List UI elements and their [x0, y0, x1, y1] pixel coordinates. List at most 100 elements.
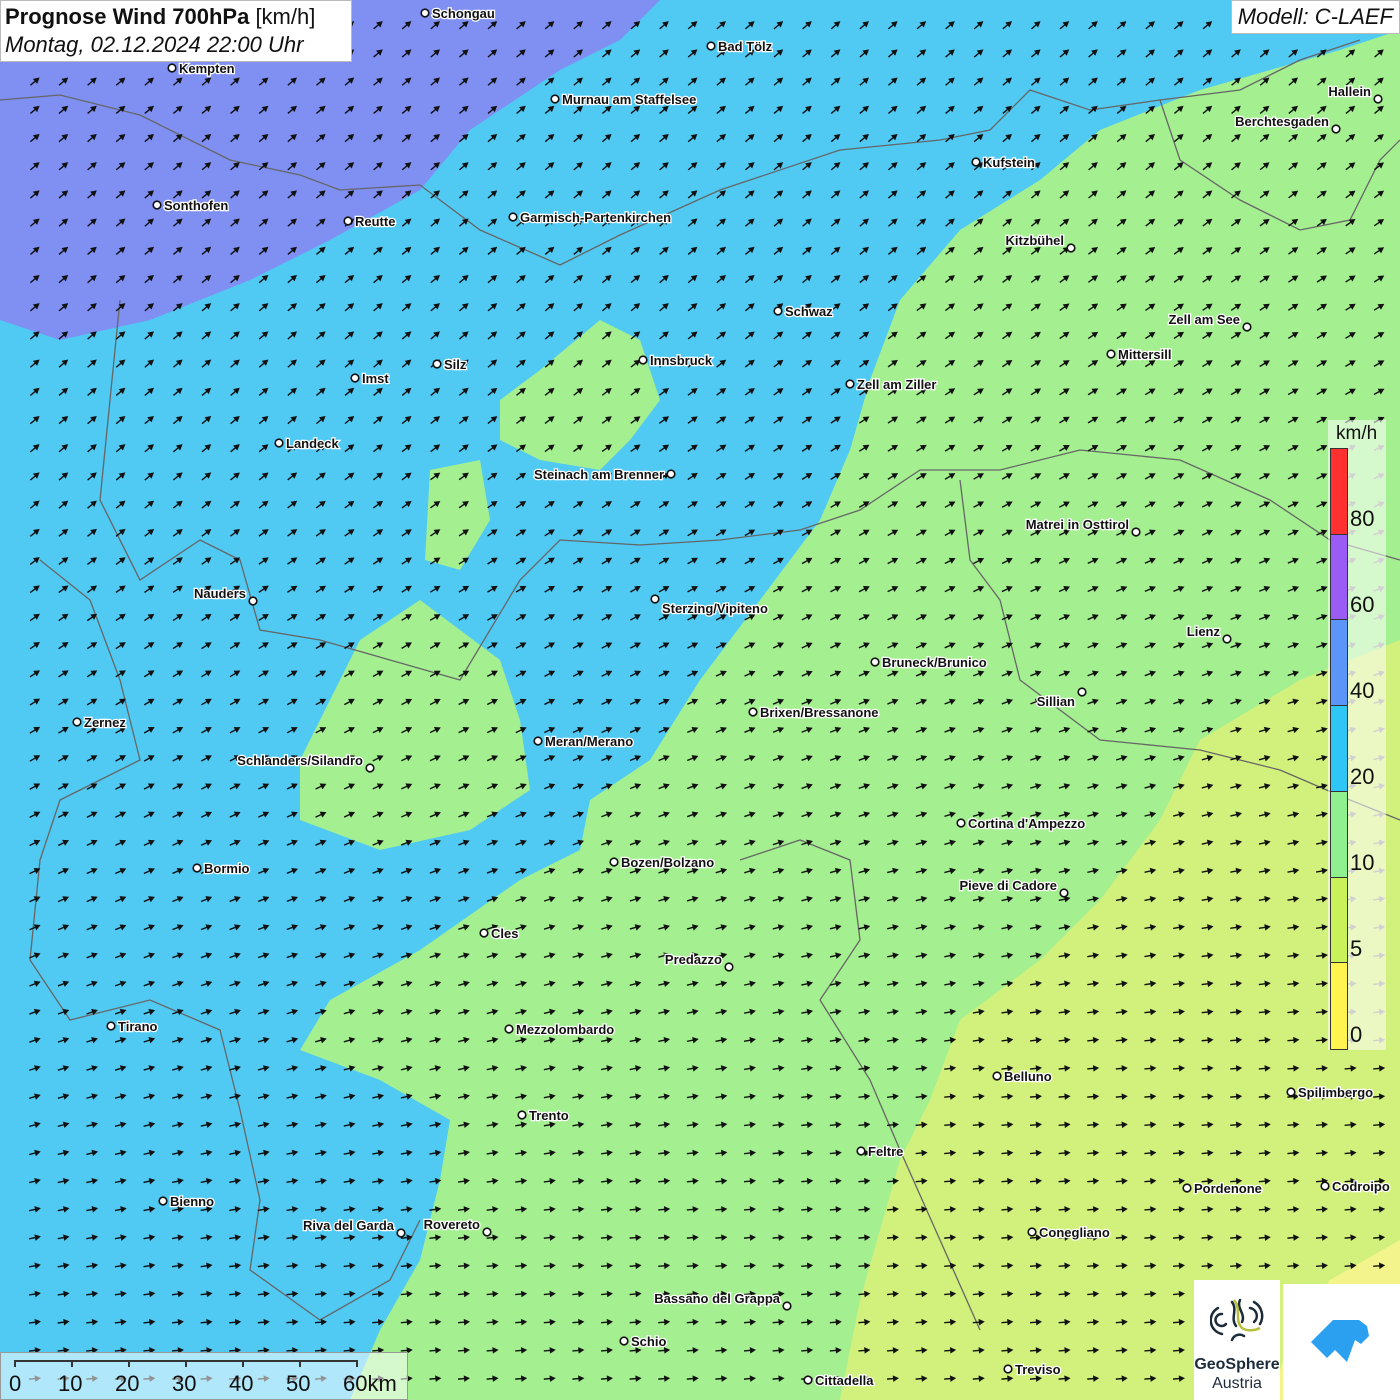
scale-label: 0 — [9, 1371, 22, 1396]
city-dot — [1331, 124, 1341, 134]
map-title: Prognose Wind 700hPa [km/h] — [5, 3, 347, 31]
city-marker[interactable]: Codroipo — [1320, 1178, 1391, 1195]
city-label: Cortina d'Ampezzo — [968, 816, 1085, 831]
city-marker[interactable]: Murnau am Staffelsee — [550, 91, 698, 108]
city-dot — [1106, 349, 1116, 359]
city-dot — [482, 1227, 492, 1237]
city-dot — [152, 200, 162, 210]
city-dot — [992, 1071, 1002, 1081]
city-dot — [782, 1301, 792, 1311]
city-dot — [1003, 1364, 1013, 1374]
city-marker[interactable]: Kempten — [167, 60, 236, 77]
city-label: Feltre — [868, 1144, 903, 1159]
city-label: Garmisch-Partenkirchen — [520, 210, 671, 225]
city-label: Treviso — [1015, 1362, 1061, 1377]
city-dot — [365, 763, 375, 773]
city-dot — [803, 1375, 813, 1385]
city-label: Nauders — [194, 586, 246, 601]
city-marker[interactable]: Schongau — [420, 5, 496, 22]
city-dot — [533, 736, 543, 746]
city-dot — [773, 306, 783, 316]
scale-tick — [185, 1360, 187, 1367]
city-dot — [666, 469, 676, 479]
city-dot — [1320, 1181, 1330, 1191]
city-dot — [479, 928, 489, 938]
city-label: Reutte — [355, 214, 395, 229]
scale-tick — [356, 1360, 358, 1367]
city-label: Zell am Ziller — [857, 377, 936, 392]
city-dot — [609, 857, 619, 867]
legend-color-bar — [1330, 448, 1348, 1050]
geosphere-emblem-icon — [1210, 1298, 1264, 1342]
city-marker[interactable]: Sonthofen — [152, 197, 230, 214]
scale-label: 40 — [229, 1371, 254, 1396]
partner-logo-icon — [1311, 1320, 1369, 1362]
city-marker[interactable]: Conegliano — [1027, 1224, 1111, 1241]
city-label: Codroipo — [1332, 1179, 1390, 1194]
legend-swatch — [1331, 449, 1347, 535]
city-dot — [845, 379, 855, 389]
city-dot — [971, 157, 981, 167]
city-dot — [1077, 687, 1087, 697]
legend-swatch — [1331, 791, 1347, 878]
title-text: Prognose Wind 700hPa — [5, 4, 250, 29]
scale-bar: 0 10 20 30 40 50 60km — [0, 1352, 408, 1400]
title-panel: Prognose Wind 700hPa [km/h] Montag, 02.1… — [0, 0, 352, 62]
city-dot — [396, 1228, 406, 1238]
city-marker[interactable]: Spilimbergo — [1286, 1084, 1374, 1101]
city-dot — [158, 1196, 168, 1206]
city-label: Schwaz — [785, 304, 833, 319]
city-label: Predazzo — [665, 952, 722, 967]
city-dot — [432, 359, 442, 369]
city-marker[interactable]: Zell am Ziller — [845, 376, 938, 393]
city-label: Imst — [362, 371, 389, 386]
city-label: Bassano del Grappa — [654, 1291, 780, 1306]
city-label: Innsbruck — [650, 353, 713, 368]
city-marker[interactable]: Steinach am Brenner — [533, 466, 676, 483]
city-label: Cittadella — [815, 1373, 874, 1388]
city-label: Schlanders/Silandro — [237, 753, 363, 768]
city-label: Kempten — [179, 61, 235, 76]
city-marker[interactable]: Bozen/Bolzano — [609, 854, 715, 871]
city-dot — [1242, 322, 1252, 332]
scale-tick — [242, 1360, 244, 1367]
city-dot — [508, 212, 518, 222]
legend-tick-label: 40 — [1350, 678, 1375, 703]
city-dot — [350, 373, 360, 383]
legend-swatch — [1331, 877, 1347, 964]
city-label: Lienz — [1187, 624, 1221, 639]
city-label: Murnau am Staffelsee — [562, 92, 696, 107]
city-dot — [724, 962, 734, 972]
legend-tick-label: 10 — [1350, 850, 1375, 875]
city-marker[interactable]: Cittadella — [803, 1372, 876, 1389]
city-marker[interactable]: Meran/Merano — [533, 733, 634, 750]
scale-label: 20 — [115, 1371, 140, 1396]
city-dot — [517, 1110, 527, 1120]
city-dot — [638, 355, 648, 365]
city-label: Zell am See — [1168, 312, 1240, 327]
city-dot — [192, 863, 202, 873]
city-marker[interactable]: Bruneck/Brunico — [870, 654, 988, 671]
city-marker[interactable]: Bad Tölz — [706, 38, 774, 55]
wind-map[interactable]: Schongau Bad Tölz Kempten Murnau am Staffel… — [0, 0, 1400, 1400]
city-label: Meran/Merano — [545, 734, 633, 749]
city-marker[interactable]: Pordenone — [1182, 1180, 1263, 1197]
city-label: Brixen/Bressanone — [760, 705, 879, 720]
city-marker[interactable]: Cortina d'Ampezzo — [956, 815, 1087, 832]
city-marker[interactable]: Innsbruck — [638, 352, 714, 369]
city-marker[interactable]: Garmisch-Partenkirchen — [508, 209, 672, 226]
legend-tick-label: 5 — [1350, 936, 1363, 961]
city-label: Schio — [631, 1334, 666, 1349]
city-marker[interactable]: Mezzolombardo — [504, 1021, 616, 1038]
city-label: Landeck — [286, 436, 340, 451]
city-marker[interactable]: Brixen/Bressanone — [748, 704, 880, 721]
city-label: Kitzbühel — [1006, 233, 1065, 248]
legend-swatch — [1331, 534, 1347, 621]
forecast-datetime: Montag, 02.12.2024 22:00 Uhr — [5, 32, 304, 57]
city-label: Rovereto — [424, 1217, 480, 1232]
city-dot — [706, 41, 716, 51]
geosphere-country: Austria — [1212, 1375, 1262, 1392]
city-dot — [870, 657, 880, 667]
legend-tick-label: 0 — [1350, 1022, 1363, 1047]
title-unit: [km/h] — [255, 4, 316, 29]
